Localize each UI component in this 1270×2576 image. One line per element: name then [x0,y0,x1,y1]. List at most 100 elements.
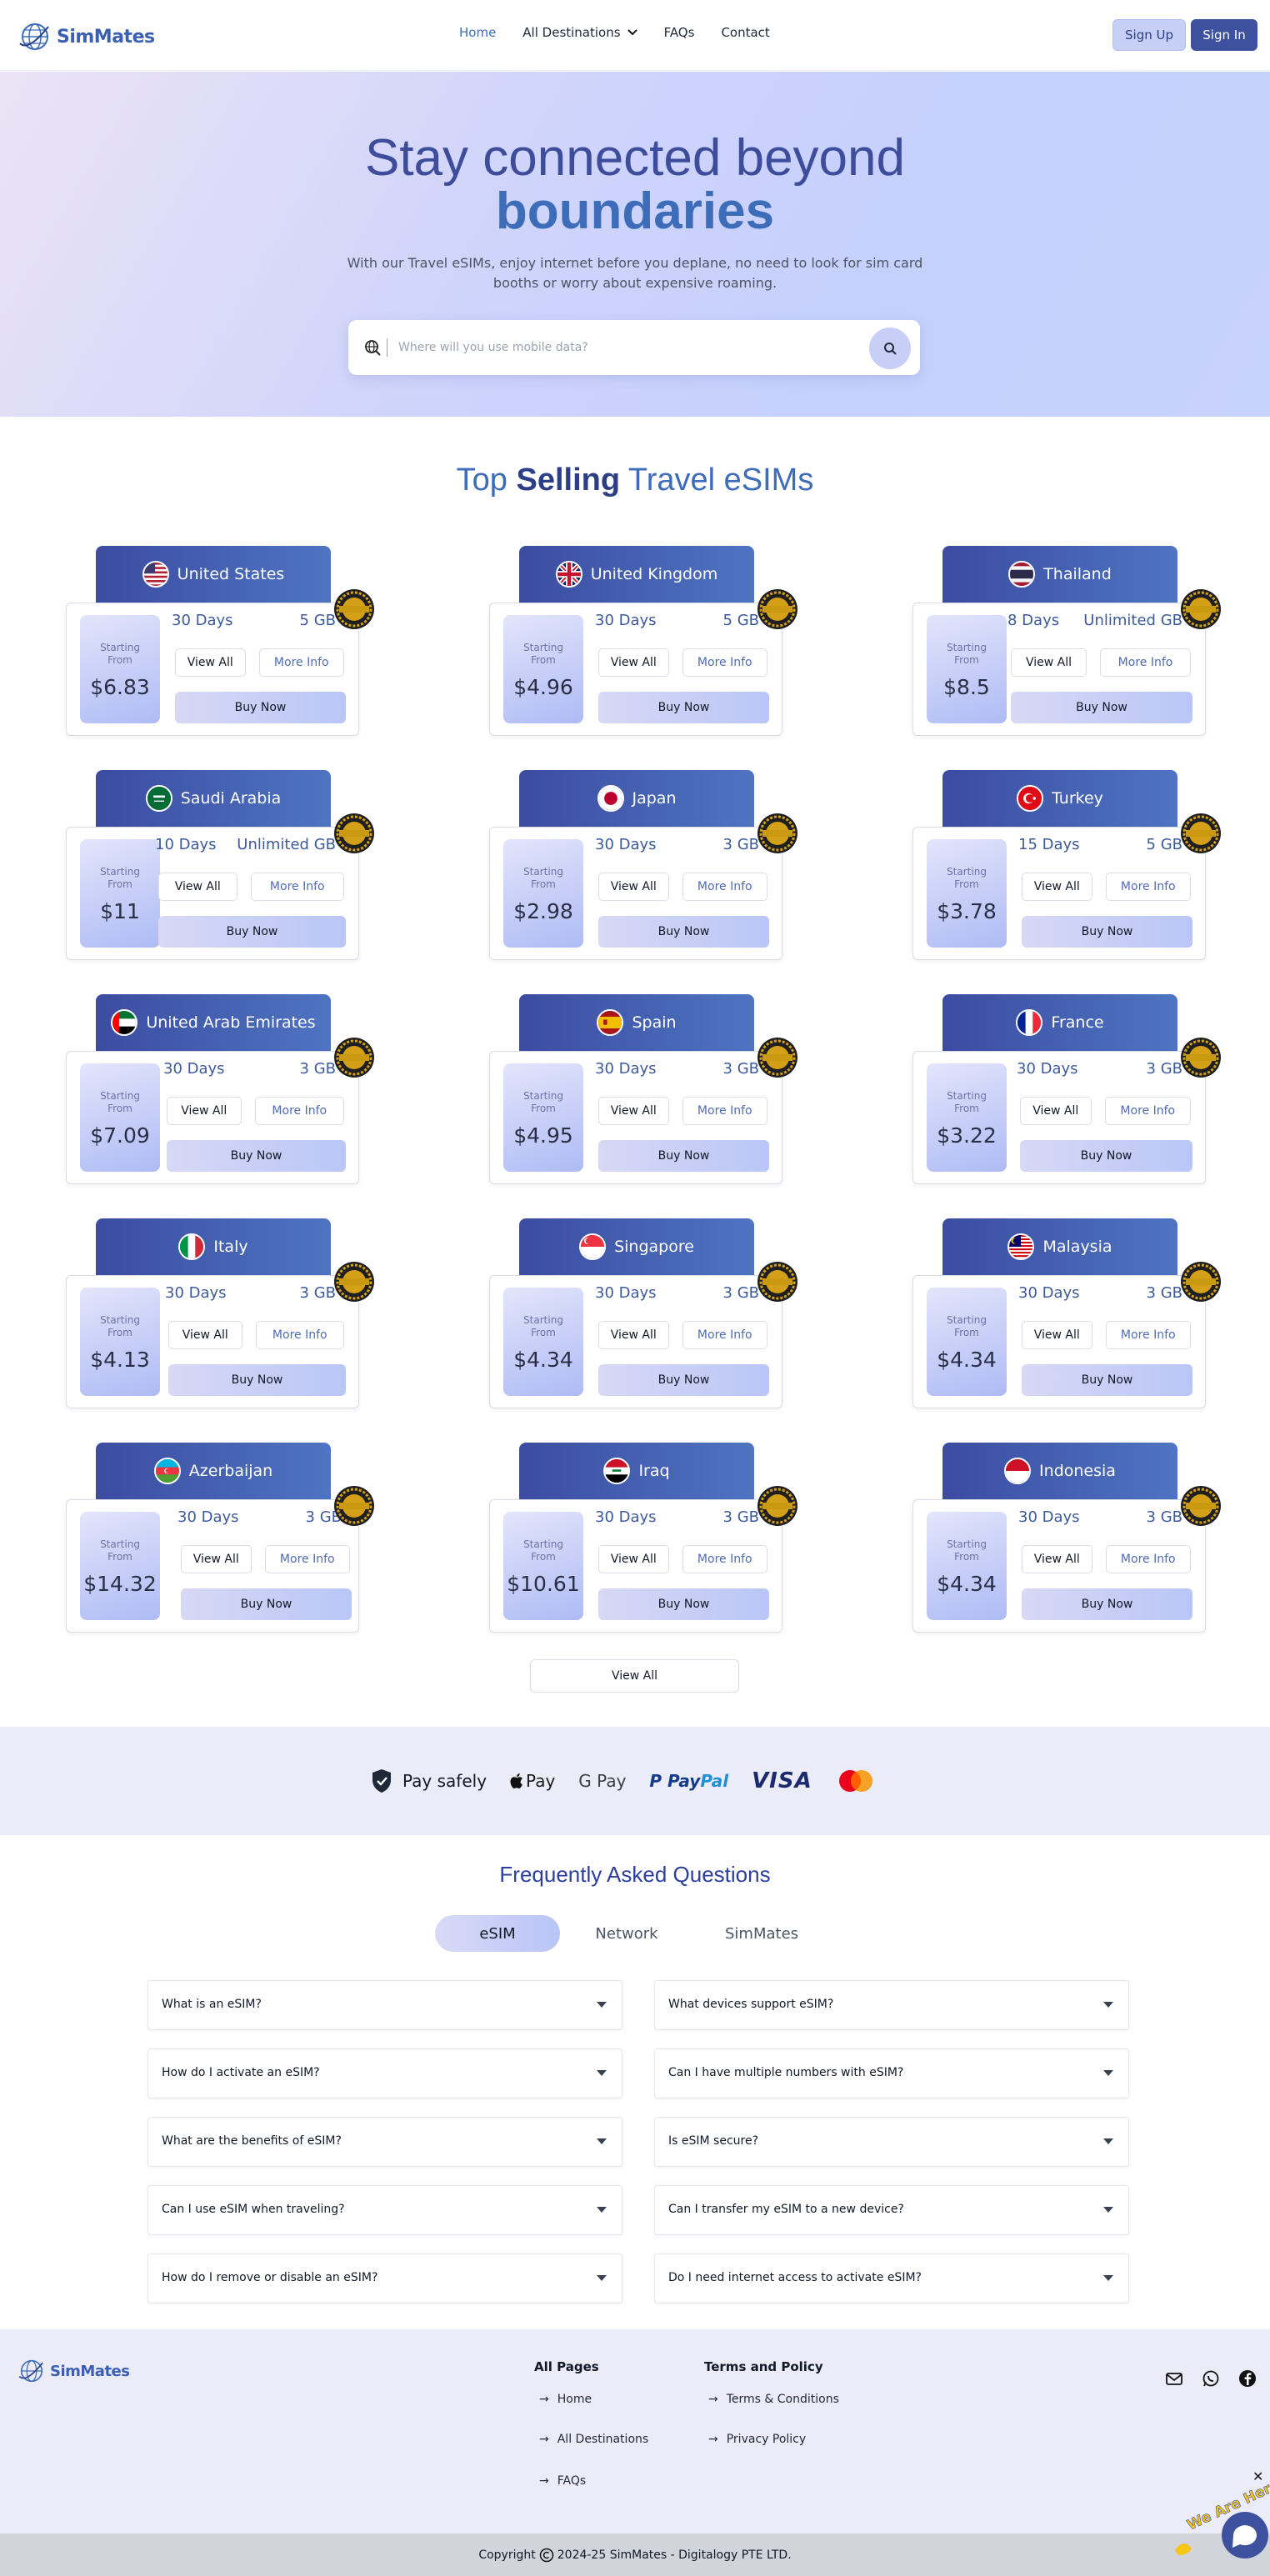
plan-days: 30 Days [178,1508,239,1526]
view-all-button[interactable]: View All [1022,1321,1092,1349]
nav-home[interactable]: Home [459,25,496,40]
view-all-button[interactable]: View All [175,648,246,677]
card-header: Japan [519,770,754,827]
buy-now-button[interactable]: Buy Now [598,1140,769,1172]
best-seller-badge-icon [758,1486,798,1526]
buy-now-button[interactable]: Buy Now [167,1140,346,1172]
plan-days: 30 Days [165,1284,227,1302]
more-info-button[interactable]: More Info [1104,1097,1191,1125]
site-logo[interactable]: SimMates [17,17,155,57]
more-info-button[interactable]: More Info [682,648,768,677]
price-box: Starting From $3.22 [927,1063,1007,1172]
faq-item[interactable]: Can I transfer my eSIM to a new device? [654,2185,1129,2235]
card-country: Japan [632,789,677,808]
view-all-button[interactable]: View All [1020,1097,1092,1125]
mail-icon[interactable] [1165,2369,1183,2388]
more-info-button[interactable]: More Info [682,1321,768,1349]
more-info-button[interactable]: More Info [264,1545,350,1573]
card-body: Starting From $4.95 30 Days 3 GB View All More… [489,1051,782,1184]
more-info-button[interactable]: More Info [255,1321,344,1349]
view-all-button[interactable]: View All [598,1097,669,1125]
buy-now-button[interactable]: Buy Now [168,1364,346,1396]
more-info-button[interactable]: More Info [682,1545,768,1573]
from-label: From [108,878,132,890]
faq-question: How do I activate an eSIM? [162,2066,320,2079]
more-info-button[interactable]: More Info [1105,1545,1191,1573]
tab-network[interactable]: Network [568,1915,685,1952]
faq-item[interactable]: Can I have multiple numbers with eSIM? [654,2048,1129,2098]
chat-widget[interactable]: We Are Here! [1167,2467,1270,2567]
buy-now-button[interactable]: Buy Now [598,1588,769,1620]
view-all-button[interactable]: View All [167,1097,242,1125]
buy-now-button[interactable]: Buy Now [158,916,346,948]
view-all-button[interactable]: View All [158,873,238,901]
visa-logo: VISA [752,1768,812,1793]
footer-link-terms[interactable]: → Terms & Conditions [708,2393,839,2406]
nav-contact[interactable]: Contact [721,25,769,40]
buy-now-button[interactable]: Buy Now [1011,692,1192,723]
faq-item[interactable]: Can I use eSIM when traveling? [148,2185,622,2235]
view-all-button[interactable]: View All [598,648,669,677]
footer-link-privacy[interactable]: → Privacy Policy [708,2433,806,2446]
footer-link-home[interactable]: → Home [539,2393,592,2406]
footer-link-all-destinations[interactable]: → All Destinations [539,2433,648,2446]
view-all-destinations-button[interactable]: View All [530,1659,739,1693]
footer-logo[interactable]: SimMates [17,2356,130,2386]
buy-now-button[interactable]: Buy Now [598,916,769,948]
faq-item[interactable]: How do I remove or disable an eSIM? [148,2253,622,2303]
view-all-button[interactable]: View All [598,1545,669,1573]
buy-now-button[interactable]: Buy Now [1022,916,1192,948]
more-info-button[interactable]: More Info [1100,648,1191,677]
buy-now-button[interactable]: Buy Now [175,692,346,723]
more-info-button[interactable]: More Info [1105,873,1191,901]
view-all-button[interactable]: View All [1022,873,1092,901]
more-info-button[interactable]: More Info [254,1097,344,1125]
more-info-button[interactable]: More Info [682,1097,768,1125]
card-country: Singapore [614,1238,694,1256]
buy-now-button[interactable]: Buy Now [598,1364,769,1396]
whatsapp-icon[interactable] [1202,2369,1220,2388]
nav-faqs[interactable]: FAQs [664,25,695,40]
faq-item[interactable]: How do I activate an eSIM? [148,2048,622,2098]
faq-item[interactable]: What is an eSIM? [148,1980,622,2030]
plan-data: Unlimited GB [1083,612,1182,629]
more-info-button[interactable]: More Info [1105,1321,1191,1349]
more-info-button[interactable]: More Info [682,873,768,901]
buy-now-button[interactable]: Buy Now [1020,1140,1192,1172]
copyright-text: 2024-25 SimMates - Digitalogy PTE LTD. [557,2548,792,2562]
more-info-button[interactable]: More Info [250,873,344,901]
view-all-button[interactable]: View All [1011,648,1087,677]
starting-from-label: Starting From [503,642,583,667]
faq-item[interactable]: Is eSIM secure? [654,2117,1129,2167]
view-all-button[interactable]: View All [598,873,669,901]
buy-now-button[interactable]: Buy Now [1022,1364,1192,1396]
view-all-button[interactable]: View All [168,1321,242,1349]
more-info-button[interactable]: More Info [258,648,344,677]
sign-in-button[interactable]: Sign In [1191,19,1258,51]
starting-label: Starting [523,1090,563,1102]
nav-all-destinations[interactable]: All Destinations [522,25,638,40]
buy-now-button[interactable]: Buy Now [181,1588,352,1620]
footer-link-faqs[interactable]: → FAQs [539,2474,586,2488]
view-all-button[interactable]: View All [598,1321,669,1349]
facebook-icon[interactable] [1238,2369,1257,2388]
buy-now-button[interactable]: Buy Now [598,692,769,723]
esim-card-iraq: Iraq Starting From $10.61 30 Days 3 GB View Al… [489,1443,806,1638]
sign-up-button[interactable]: Sign Up [1112,19,1186,51]
search-input[interactable] [398,334,832,361]
card-body: Starting From $8.5 8 Days Unlimited GB View A… [912,603,1206,736]
faq-item[interactable]: What are the benefits of eSIM? [148,2117,622,2167]
card-country: Saudi Arabia [180,789,282,808]
title-part-c: Travel eSIMs [620,463,814,498]
search-button[interactable] [869,328,911,369]
faq-item[interactable]: What devices support eSIM? [654,1980,1129,2030]
view-all-button[interactable]: View All [1022,1545,1092,1573]
view-all-button[interactable]: View All [181,1545,252,1573]
starting-from-label: Starting From [927,1090,1007,1115]
plan-days: 8 Days [1008,612,1060,629]
chevron-down-icon [597,2138,607,2144]
tab-simmates[interactable]: SimMates [703,1915,820,1952]
faq-item[interactable]: Do I need internet access to activate eS… [654,2253,1129,2303]
buy-now-button[interactable]: Buy Now [1022,1588,1192,1620]
tab-esim[interactable]: eSIM [435,1915,560,1952]
